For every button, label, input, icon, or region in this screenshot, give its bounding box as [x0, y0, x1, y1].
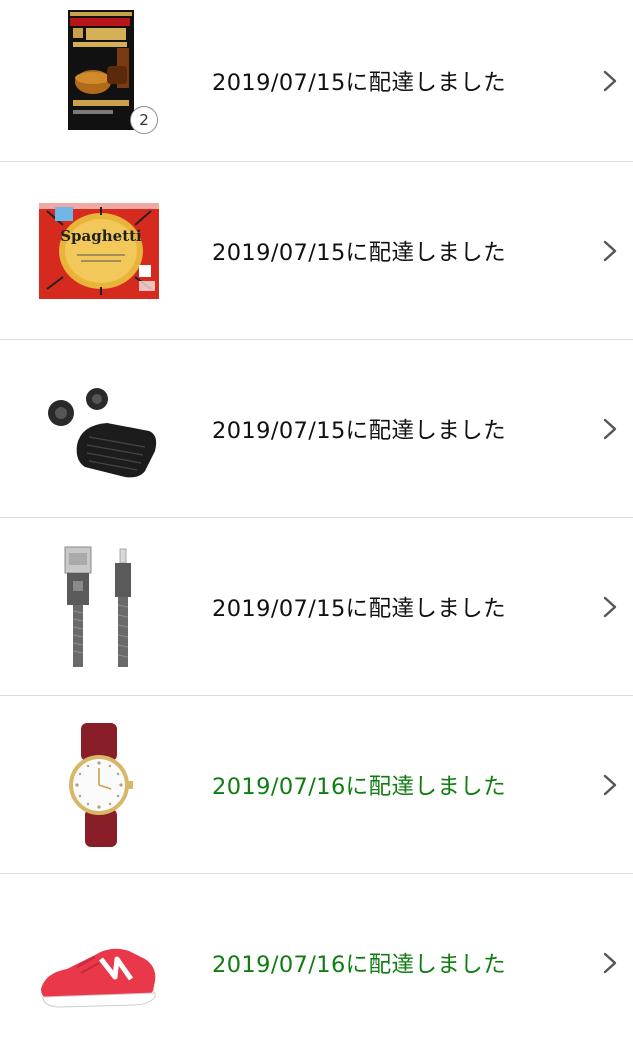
- red-running-sneaker-icon: [41, 948, 156, 1008]
- order-row-oolong-tea[interactable]: 2 2019/07/15に配達しました: [0, 0, 633, 162]
- svg-text:Spaghetti: Spaghetti: [60, 227, 142, 245]
- usb-cable-product-image[interactable]: [37, 545, 161, 669]
- chevron-right-icon[interactable]: [603, 240, 617, 262]
- delivery-status: 2019/07/16に配達しました: [212, 952, 506, 978]
- order-row-sneaker[interactable]: 2019/07/16に配達しました: [0, 874, 633, 1052]
- order-row-spaghetti[interactable]: Spaghetti 2019/07/15に配達しました: [0, 162, 633, 340]
- chevron-right-icon[interactable]: [603, 418, 617, 440]
- delivery-status: 2019/07/15に配達しました: [212, 417, 506, 444]
- order-list: 2 2019/07/15に配達しました Spaghetti 2019/07/15…: [0, 0, 633, 1024]
- quantity-badge: 2: [130, 106, 158, 134]
- delivery-status: 2019/07/15に配達しました: [212, 595, 506, 622]
- order-row-wristwatch[interactable]: 2019/07/16に配達しました: [0, 696, 633, 874]
- spaghetti-package-icon: Spaghetti: [39, 202, 159, 299]
- chevron-right-icon[interactable]: [603, 952, 617, 974]
- red-leather-wristwatch-icon: [69, 722, 133, 847]
- delivery-status: 2019/07/15に配達しました: [212, 69, 506, 96]
- order-row-usb-cable[interactable]: 2019/07/15に配達しました: [0, 518, 633, 696]
- sneaker-product-image[interactable]: [37, 901, 161, 1025]
- delivery-status: 2019/07/16に配達しました: [212, 773, 506, 800]
- wristwatch-product-image[interactable]: [37, 722, 161, 847]
- delivery-status: 2019/07/15に配達しました: [212, 239, 506, 266]
- spaghetti-product-image[interactable]: Spaghetti: [37, 189, 161, 313]
- chevron-right-icon[interactable]: [603, 596, 617, 618]
- chevron-right-icon[interactable]: [603, 70, 617, 92]
- wireless-earbuds-icon: [48, 387, 157, 477]
- order-row-earbuds[interactable]: 2019/07/15に配達しました: [0, 340, 633, 518]
- usb-lightning-cable-icon: [64, 546, 131, 667]
- earbuds-product-image[interactable]: [37, 367, 161, 491]
- chevron-right-icon[interactable]: [603, 774, 617, 796]
